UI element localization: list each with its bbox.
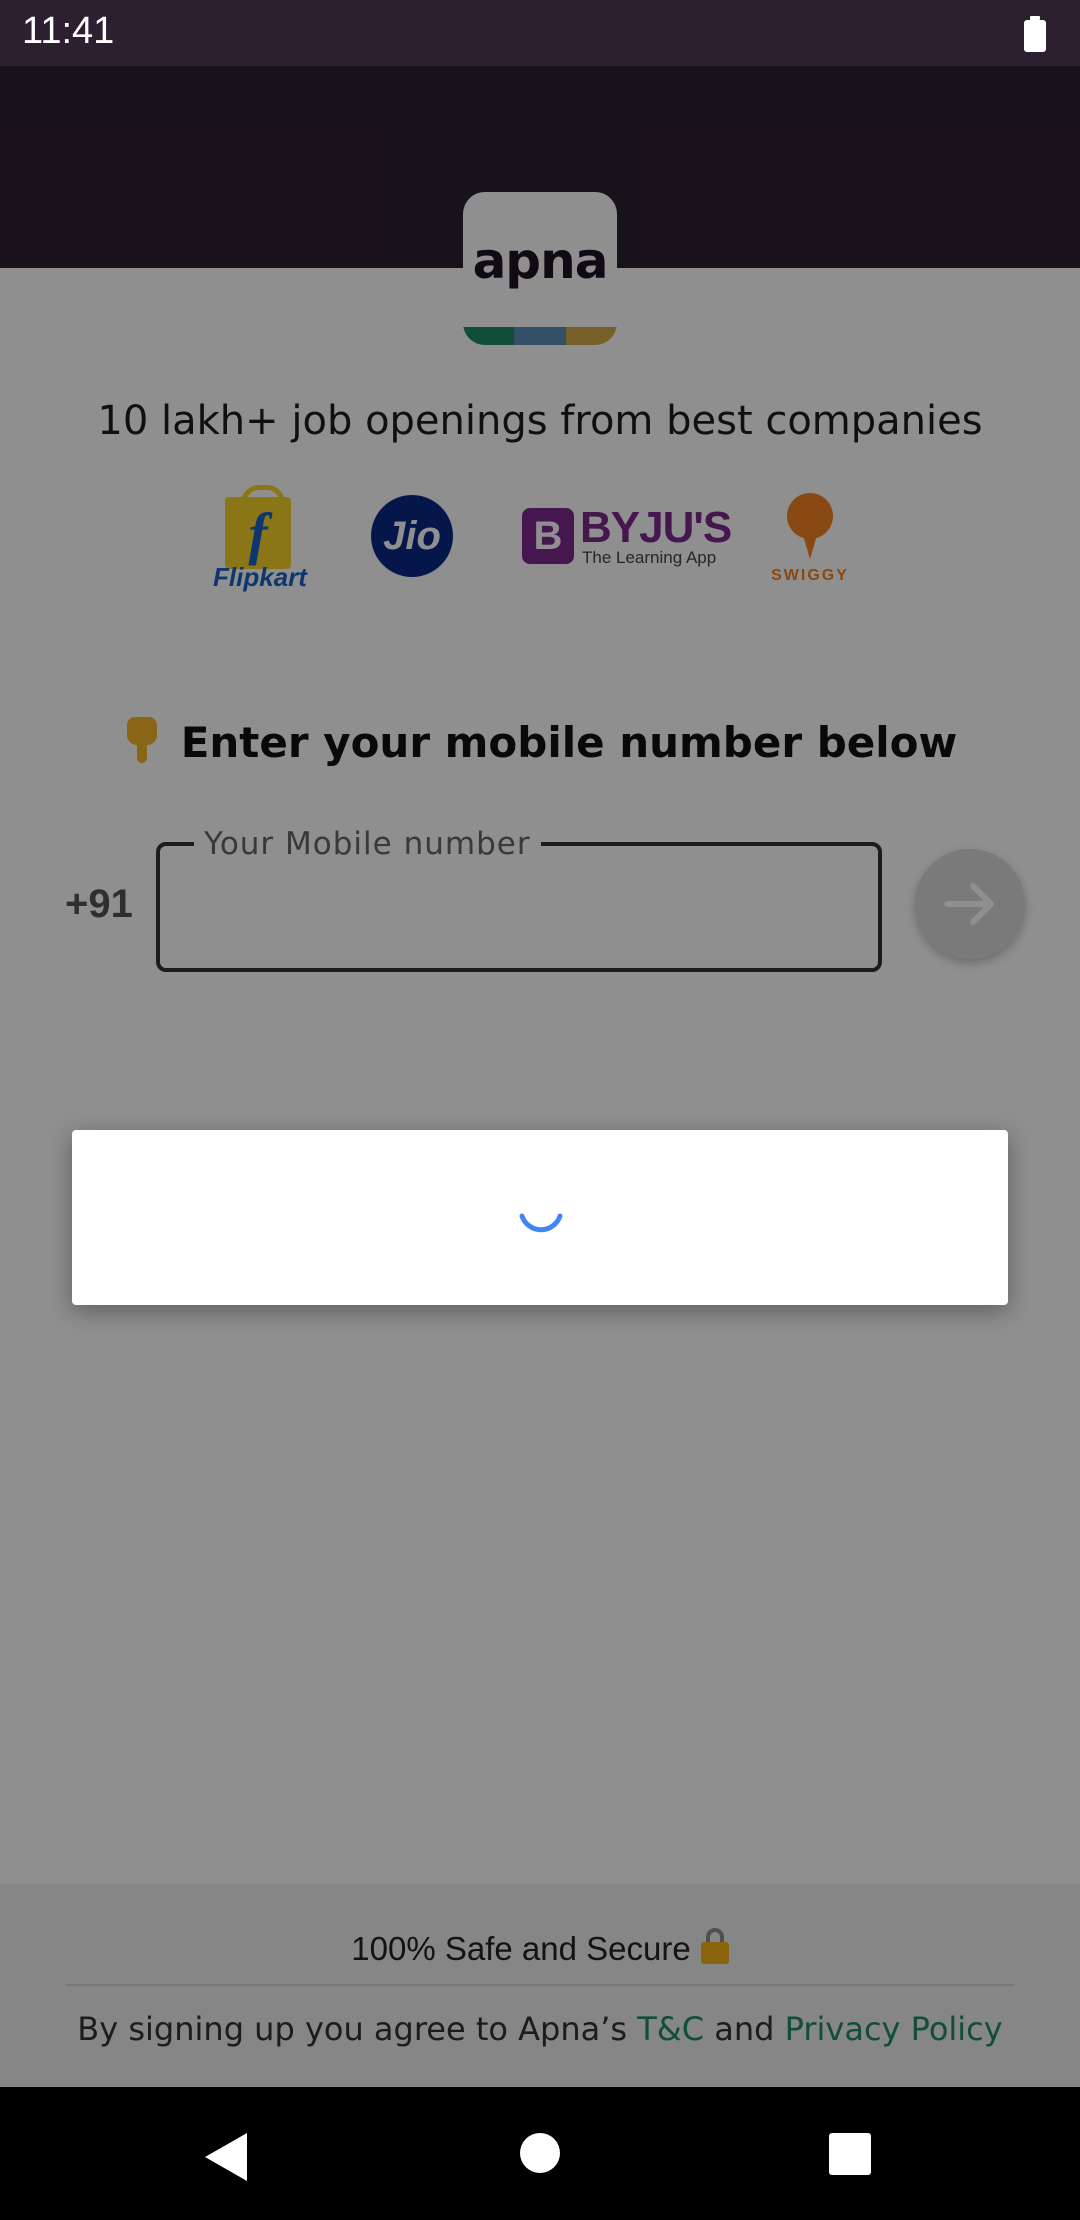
status-time: 11:41 [22, 10, 115, 52]
status-bar: 11:41 [0, 0, 1080, 66]
home-icon[interactable] [520, 2133, 560, 2173]
loading-dialog [72, 1130, 1008, 1305]
system-nav-bar [0, 2087, 1080, 2220]
modal-scrim [0, 0, 1080, 2087]
back-icon[interactable] [205, 2133, 247, 2181]
loading-spinner-icon [519, 1213, 563, 1233]
battery-icon [1024, 16, 1046, 52]
recents-icon[interactable] [829, 2133, 871, 2175]
